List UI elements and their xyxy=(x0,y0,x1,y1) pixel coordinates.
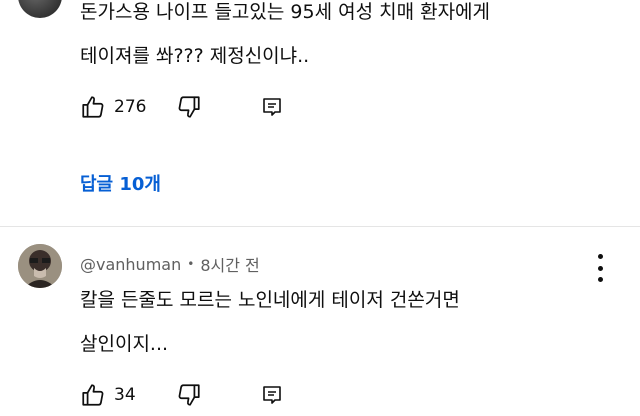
previous-comment-avatar[interactable] xyxy=(18,0,62,18)
comment-meta: @vanhuman • 8시간 전 xyxy=(80,252,260,276)
thumbs-up-icon[interactable] xyxy=(80,382,106,408)
comment-author[interactable]: @vanhuman xyxy=(80,255,181,274)
like-count: 34 xyxy=(114,385,136,405)
avatar[interactable] xyxy=(18,244,62,288)
comment-text-line: 칼을 든줄도 모르는 노인네에게 테이저 건쏜거면 xyxy=(80,289,460,311)
comment-reply-icon[interactable] xyxy=(260,95,284,119)
comment-actions: 276 xyxy=(80,92,281,122)
thumbs-down-icon[interactable] xyxy=(176,382,202,408)
comment-divider xyxy=(0,226,640,227)
comment-reply-icon[interactable] xyxy=(260,383,284,407)
comment-actions: 34 xyxy=(80,380,281,410)
view-replies-button[interactable]: 답글 10개 xyxy=(80,170,161,196)
comment-text-line: 테이져를 쏴??? 제정신이냐.. xyxy=(80,45,310,67)
like-count: 276 xyxy=(114,97,147,117)
comment-timestamp[interactable]: 8시간 전 xyxy=(200,252,259,276)
meta-separator: • xyxy=(187,257,195,271)
comment-text-line: 살인이지... xyxy=(80,333,169,355)
comment-text-line: 돈가스용 나이프 들고있는 95세 여성 치매 환자에게 xyxy=(80,1,491,23)
more-vert-icon[interactable] xyxy=(590,254,610,282)
thumbs-down-icon[interactable] xyxy=(176,94,202,120)
thumbs-up-icon[interactable] xyxy=(80,94,106,120)
